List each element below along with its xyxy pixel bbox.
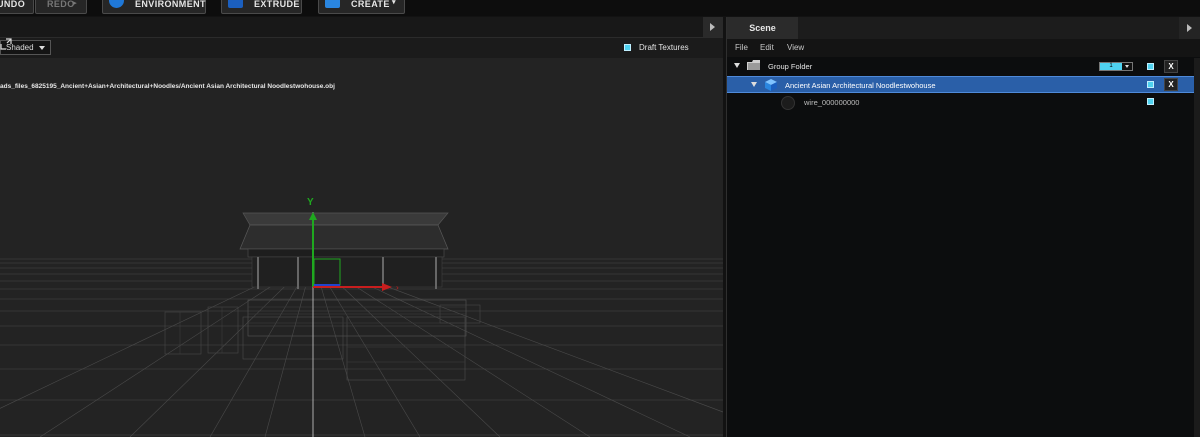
viewport-options-bar: Shaded Draft Textures bbox=[0, 38, 723, 58]
tree-row-group-folder[interactable]: Group Folder 1 X bbox=[727, 58, 1195, 75]
create-dropdown-icon: ▾ bbox=[392, 0, 396, 6]
menu-file[interactable]: File bbox=[735, 43, 748, 52]
maximize-viewport-icon[interactable] bbox=[0, 38, 12, 50]
create-button[interactable]: CREATE ▾ bbox=[318, 0, 405, 14]
menu-edit[interactable]: Edit bbox=[760, 43, 774, 52]
group-selector-value: 1 bbox=[1100, 63, 1122, 70]
expand-triangle-icon[interactable] bbox=[734, 63, 740, 68]
redo-button[interactable]: REDO ▸ bbox=[35, 0, 87, 14]
tree-row-material[interactable]: wire_000000000 bbox=[727, 94, 1195, 111]
menu-view[interactable]: View bbox=[787, 43, 804, 52]
draft-textures-checkbox[interactable] bbox=[624, 44, 631, 51]
viewport-header bbox=[0, 17, 723, 38]
scene-scrollbar[interactable] bbox=[1194, 58, 1200, 437]
tab-scene[interactable]: Scene bbox=[727, 17, 798, 39]
create-label: CREATE bbox=[351, 0, 390, 9]
extrude-button[interactable]: EXTRUDE bbox=[221, 0, 302, 14]
tree-label: wire_000000000 bbox=[804, 98, 860, 107]
group-selector-arrow-icon bbox=[1125, 65, 1129, 68]
scene-collapse-arrow-icon[interactable] bbox=[1179, 17, 1200, 39]
group-selector-dropdown[interactable]: 1 bbox=[1099, 62, 1133, 71]
delete-button[interactable]: X bbox=[1164, 78, 1178, 91]
scene-panel: Scene File Edit View Group Folder 1 X An… bbox=[726, 17, 1200, 437]
svg-text:›: › bbox=[396, 283, 399, 292]
mesh-cube-icon bbox=[765, 79, 777, 91]
draft-textures-label: Draft Textures bbox=[639, 43, 689, 52]
redo-arrow-icon: ▸ bbox=[73, 0, 77, 7]
visibility-checkbox[interactable] bbox=[1147, 81, 1154, 88]
visibility-checkbox[interactable] bbox=[1147, 63, 1154, 70]
model-file-path: ads_files_6825195_Ancient+Asian+Architec… bbox=[0, 83, 335, 90]
viewport-scene: › bbox=[0, 212, 723, 437]
main-toolbar: UNDO REDO ▸ ENVIRONMENT EXTRUDE CREATE ▾ bbox=[0, 0, 1200, 16]
folder-icon bbox=[747, 60, 760, 70]
tree-label: Ancient Asian Architectural Noodlestwoho… bbox=[785, 81, 936, 90]
environment-label: ENVIRONMENT bbox=[135, 0, 206, 9]
material-sphere-icon bbox=[781, 96, 795, 110]
tree-label: Group Folder bbox=[768, 62, 813, 71]
undo-button[interactable]: UNDO bbox=[0, 0, 34, 14]
redo-label: REDO bbox=[47, 0, 75, 9]
tree-row-mesh[interactable]: Ancient Asian Architectural Noodlestwoho… bbox=[727, 76, 1195, 93]
extrude-label: EXTRUDE bbox=[254, 0, 300, 9]
create-cube-icon bbox=[325, 0, 340, 8]
expand-triangle-icon[interactable] bbox=[751, 82, 757, 87]
house-model bbox=[164, 212, 481, 381]
environment-globe-icon bbox=[109, 0, 124, 8]
viewport-collapse-arrow-icon[interactable] bbox=[703, 17, 723, 37]
scene-tab-bar: Scene bbox=[727, 17, 1200, 39]
extrude-icon bbox=[228, 0, 243, 8]
undo-label: UNDO bbox=[0, 0, 26, 9]
3d-viewport[interactable]: › Shaded Draft Textures ads_files_682519… bbox=[0, 17, 723, 437]
delete-button[interactable]: X bbox=[1164, 60, 1178, 73]
visibility-checkbox[interactable] bbox=[1147, 98, 1154, 105]
scene-menu-bar: File Edit View bbox=[727, 39, 1200, 57]
environment-button[interactable]: ENVIRONMENT bbox=[102, 0, 206, 14]
y-axis-label: Y bbox=[307, 197, 314, 208]
